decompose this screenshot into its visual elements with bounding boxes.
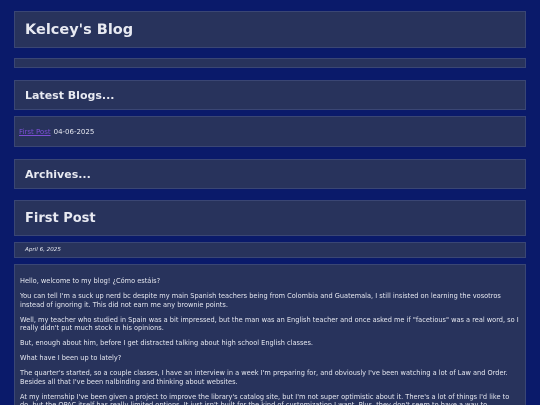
archives-heading: Archives... xyxy=(14,159,526,189)
post-date-label: 04-06-2025 xyxy=(53,127,95,136)
post-date: April 6, 2025 xyxy=(14,242,526,258)
latest-blogs-heading: Latest Blogs... xyxy=(14,80,526,110)
site-title: Kelcey's Blog xyxy=(14,11,526,48)
post-paragraph: The quarter's started, so a couple class… xyxy=(20,369,508,386)
post-paragraph: You can tell I'm a suck up nerd bc despi… xyxy=(20,292,501,309)
page: Kelcey's Blog Latest Blogs... First Post… xyxy=(0,0,540,405)
post-paragraph: What have I been up to lately? xyxy=(20,354,122,363)
post-link-first-post[interactable]: First Post xyxy=(19,128,51,136)
post-paragraph: Hello, welcome to my blog! ¿Cómo estáis? xyxy=(20,277,161,285)
post-paragraph: At my internship I've been given a proje… xyxy=(20,392,510,405)
post-body: Hello, welcome to my blog! ¿Cómo estáis?… xyxy=(14,264,526,405)
nav-bar xyxy=(14,58,526,68)
post-paragraph: Well, my teacher who studied in Spain wa… xyxy=(20,315,519,332)
latest-blogs-list: First Post 04-06-2025 xyxy=(14,116,526,147)
post-paragraph: But, enough about him, before I get dist… xyxy=(20,339,314,348)
post-title: First Post xyxy=(14,200,526,236)
